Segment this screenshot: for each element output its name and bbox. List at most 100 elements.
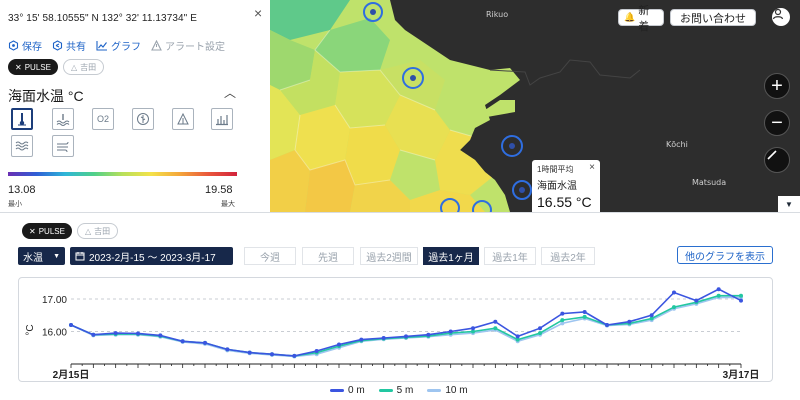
period-this-week[interactable]: 今週: [244, 247, 296, 265]
period-last-week[interactable]: 先週: [302, 247, 354, 265]
compass-button[interactable]: [764, 147, 790, 173]
data-point: [582, 314, 587, 319]
oxygen-icon[interactable]: O2: [92, 108, 114, 130]
station-dot: [509, 143, 515, 149]
station-popup: 1時間平均 海面水温 16.55 °C ×: [532, 160, 600, 212]
contact-button[interactable]: お問い合わせ: [670, 9, 756, 26]
data-point: [314, 349, 319, 353]
calendar-icon: [75, 252, 85, 261]
bell-icon: 🔔: [624, 12, 636, 22]
period-past-2-weeks[interactable]: 過去2週間: [360, 247, 418, 265]
y-tick-label: 17.00: [42, 295, 67, 306]
legend-swatch: [330, 389, 344, 392]
x-tick-label: 3月17日: [723, 369, 760, 381]
station-dot: [370, 9, 376, 15]
news-button[interactable]: 🔔 新着: [618, 5, 664, 33]
legend-swatch: [378, 389, 393, 392]
waves-icon[interactable]: [11, 135, 33, 157]
leaf-icon[interactable]: [132, 108, 154, 130]
date-range-picker[interactable]: 2023-2月-15 ～ 2023-3月-17: [70, 247, 233, 265]
user-icon: [772, 8, 784, 20]
wave-temp-icon[interactable]: [52, 108, 74, 130]
pill-yoshida[interactable]: △ 吉田: [76, 223, 119, 239]
data-point: [582, 310, 587, 314]
data-point: [448, 329, 453, 334]
pill-pulse[interactable]: ✕ PULSE: [22, 223, 72, 239]
data-point: [471, 326, 475, 331]
period-past-2-years[interactable]: 過去2年: [541, 247, 595, 265]
zoom-in-button[interactable]: +: [764, 73, 790, 99]
data-point: [247, 350, 252, 355]
data-point: [739, 298, 743, 303]
data-point: [493, 326, 498, 331]
legend-swatch: [427, 389, 442, 392]
data-point: [359, 337, 364, 342]
map-place-label: Kōchi: [666, 140, 688, 149]
map-view[interactable]: Rikuo Kōchi Matsuda 🔔 新着 お問い合わせ + − ▼ 1時…: [270, 0, 800, 212]
data-point: [381, 336, 386, 340]
series-line: [70, 294, 741, 357]
x-tick-label: 2月15日: [53, 369, 90, 381]
pill-yoshida[interactable]: △ 吉田: [62, 59, 105, 75]
chart-legend: 0 m 5 m 10 m: [330, 385, 468, 396]
data-point: [270, 352, 274, 357]
warning-icon: △: [70, 62, 78, 72]
legend-item[interactable]: 0 m: [330, 385, 365, 396]
data-point: [158, 333, 163, 338]
chevron-up-icon[interactable]: ︿: [224, 84, 236, 101]
data-point: [739, 293, 743, 298]
pill-pulse[interactable]: ✕ PULSE: [8, 59, 58, 75]
data-point: [113, 331, 118, 336]
collapse-chart-button[interactable]: ▼: [778, 196, 800, 212]
popup-close-icon[interactable]: ×: [589, 162, 595, 173]
data-point: [91, 332, 96, 337]
legend-item[interactable]: 10 m: [427, 385, 468, 396]
line-chart: 16.00 17.00 °C 2月15日 3月17日: [25, 287, 760, 381]
legend-item[interactable]: 5 m: [378, 385, 414, 396]
chart-card: 16.00 17.00 °C 2月15日 3月17日: [18, 277, 773, 382]
user-button[interactable]: [772, 8, 790, 26]
popup-value: 16.55 °C: [537, 194, 592, 210]
series-line: [70, 296, 741, 358]
tent-icon[interactable]: [172, 108, 194, 130]
parameter-select[interactable]: 水温 ▼: [18, 247, 65, 265]
wind-icon[interactable]: [52, 135, 74, 157]
data-point: [672, 290, 676, 295]
alert-settings-button[interactable]: アラート設定: [151, 38, 225, 53]
info-panel: 33° 15' 58.10555" N 132° 32' 11.13734" E…: [0, 0, 270, 212]
map-place-label: Matsuda: [692, 178, 727, 187]
data-point: [69, 323, 73, 327]
period-past-1-month[interactable]: 過去1ヶ月: [423, 247, 479, 265]
graph-icon: [96, 41, 107, 51]
y-axis-label: °C: [25, 324, 36, 335]
data-point: [560, 318, 565, 323]
scale-min-value: 13.08: [8, 184, 36, 196]
data-point: [337, 342, 341, 347]
period-past-1-year[interactable]: 過去1年: [484, 247, 536, 265]
zoom-out-button[interactable]: −: [764, 110, 790, 136]
legend-label: 5 m: [396, 385, 414, 396]
share-button[interactable]: 共有: [52, 38, 86, 53]
thermometer-icon[interactable]: [11, 108, 33, 130]
satellite-icon: ✕: [15, 62, 22, 72]
station-dot: [410, 75, 416, 81]
station-dot: [519, 187, 525, 193]
alert-icon: [151, 40, 162, 51]
data-point: [627, 319, 632, 324]
action-row: 保存 共有 グラフ アラート設定: [8, 38, 225, 53]
data-point: [292, 353, 297, 358]
data-point: [716, 287, 721, 292]
graph-button[interactable]: グラフ: [96, 38, 141, 53]
scale-max-label: 最大: [221, 201, 235, 208]
data-point: [515, 334, 520, 339]
legend-label: 0 m: [348, 385, 365, 396]
legend-label: 10 m: [445, 385, 468, 396]
data-point: [493, 319, 498, 324]
bar-graph-icon[interactable]: [211, 108, 233, 130]
caret-down-icon: ▼: [53, 252, 60, 260]
satellite-icon: ✕: [29, 226, 36, 236]
show-other-graphs-button[interactable]: 他のグラフを表示: [677, 246, 773, 264]
share-icon: [52, 40, 63, 51]
save-button[interactable]: 保存: [8, 38, 42, 53]
panel-close-icon[interactable]: ×: [254, 5, 262, 21]
